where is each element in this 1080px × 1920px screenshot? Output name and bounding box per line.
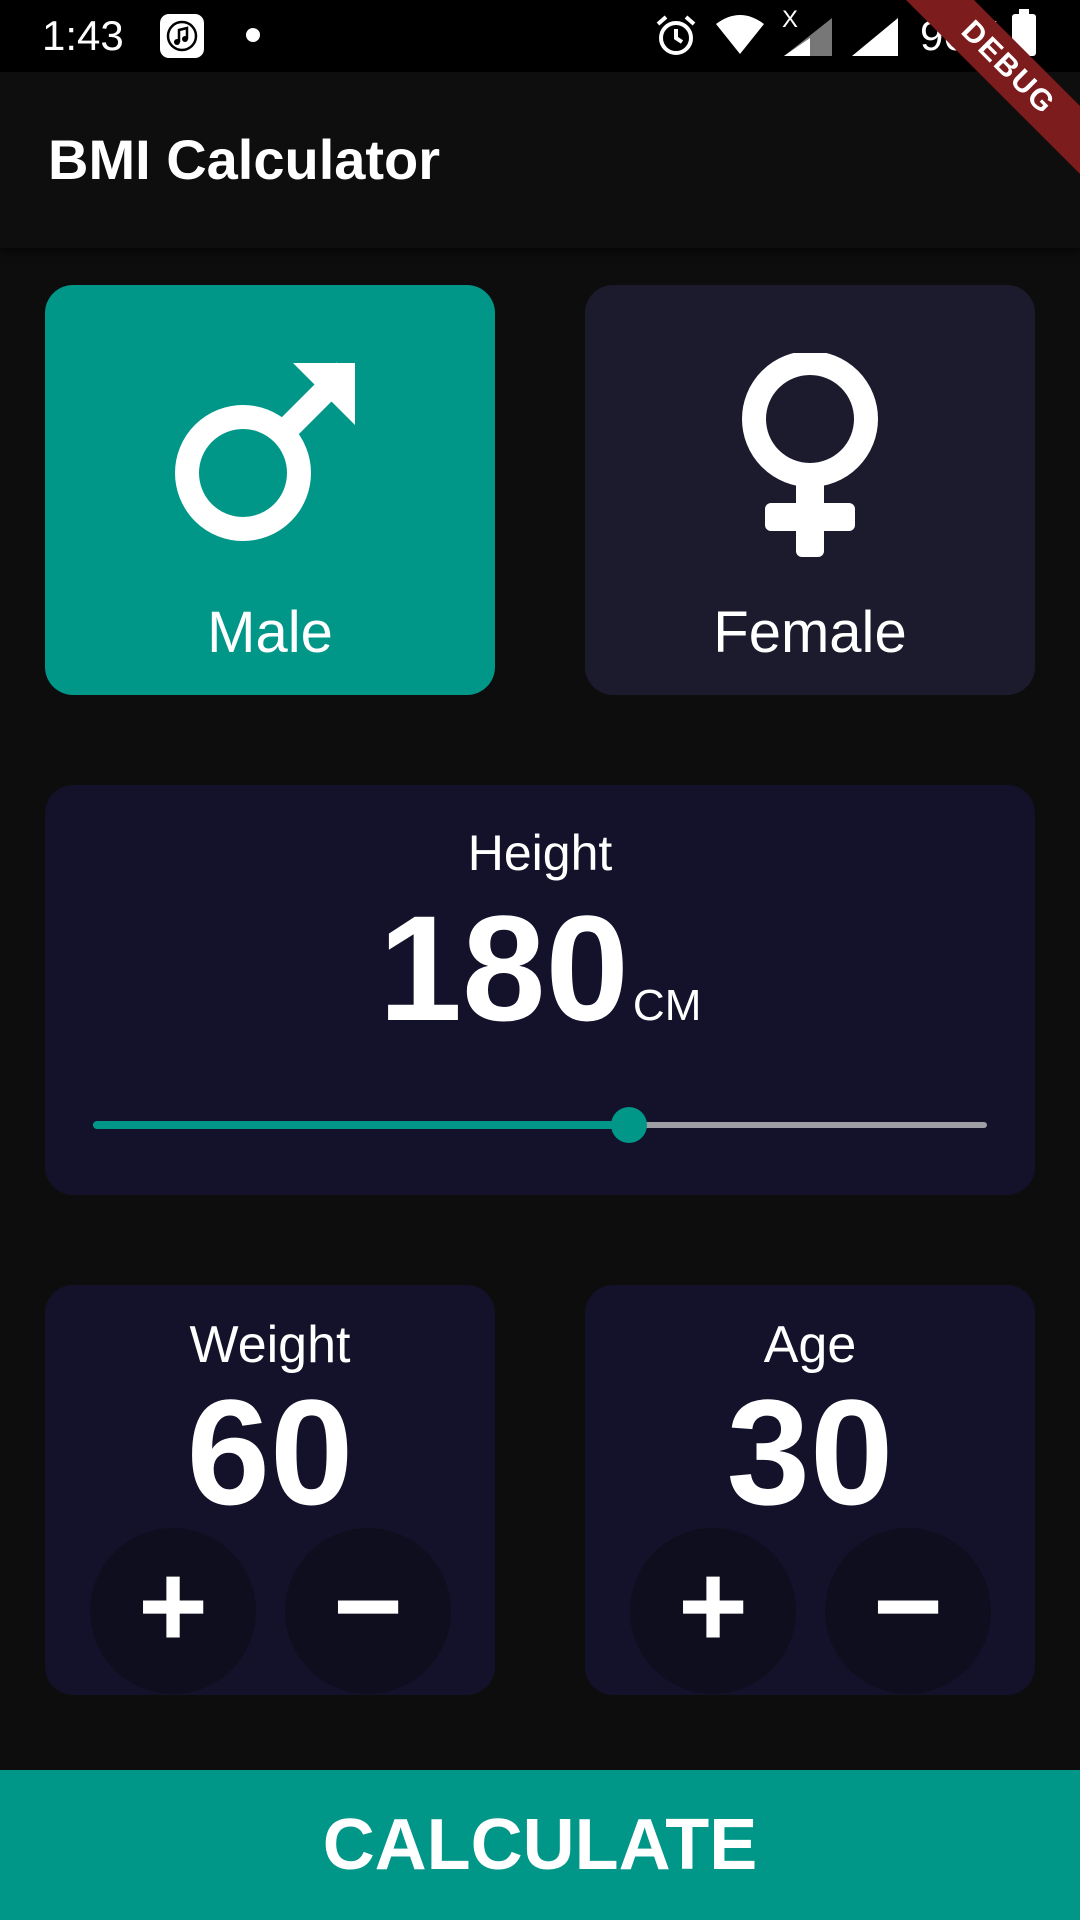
age-value: 30 <box>726 1368 894 1536</box>
music-icon <box>160 14 204 58</box>
height-value: 180 <box>378 884 629 1052</box>
alarm-icon <box>656 15 696 55</box>
signal-icon <box>852 18 898 56</box>
page-title: BMI Calculator <box>48 128 441 191</box>
notification-dot-icon <box>246 28 260 42</box>
age-decrement-button[interactable]: − <box>825 1528 991 1694</box>
weight-decrement-button[interactable]: − <box>285 1528 451 1694</box>
age-card: Age 30 + − <box>585 1285 1035 1695</box>
female-card[interactable]: Female <box>585 285 1035 695</box>
calculate-button[interactable]: CALCULATE <box>0 1770 1080 1920</box>
weight-card: Weight 60 + − <box>45 1285 495 1695</box>
slider-thumb[interactable] <box>611 1107 648 1143</box>
height-card: Height 180CM <box>45 785 1035 1195</box>
height-unit: CM <box>632 981 702 1030</box>
female-icon <box>742 353 878 557</box>
app-bar: BMI Calculator <box>0 72 1080 248</box>
height-readout: 180CM <box>45 893 1035 1043</box>
age-label: Age <box>763 1316 857 1374</box>
status-time: 1:43 <box>42 12 124 59</box>
wifi-icon <box>716 15 764 54</box>
weight-increment-button[interactable]: + <box>90 1528 256 1694</box>
age-increment-button[interactable]: + <box>630 1528 796 1694</box>
male-icon <box>175 362 355 541</box>
male-label: Male <box>207 600 333 665</box>
signal-icon <box>784 18 832 56</box>
height-slider[interactable] <box>93 1105 987 1145</box>
slider-active-track <box>93 1121 630 1129</box>
height-label: Height <box>467 825 613 881</box>
weight-value: 60 <box>186 1368 354 1536</box>
male-card[interactable]: Male <box>45 285 495 695</box>
female-label: Female <box>713 600 907 665</box>
weight-label: Weight <box>189 1316 351 1374</box>
